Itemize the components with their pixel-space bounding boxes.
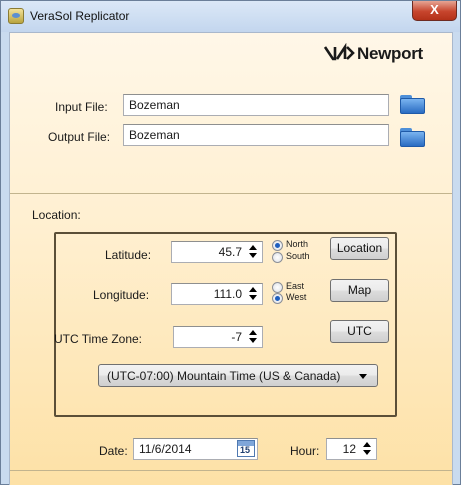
hour-value: 12 [342, 442, 356, 456]
hour-updown-icon[interactable] [362, 441, 372, 457]
main-panel: Newport Input File: Bozeman Output File:… [9, 32, 453, 485]
south-radio-label: South [286, 251, 310, 261]
latitude-label: Latitude: [105, 248, 152, 262]
output-file-label: Output File: [48, 130, 111, 144]
input-file-field[interactable]: Bozeman [123, 94, 389, 116]
input-folder-icon[interactable] [400, 95, 425, 114]
west-radio-indicator[interactable] [272, 293, 283, 304]
output-folder-icon[interactable] [400, 128, 425, 147]
latitude-updown-icon[interactable] [248, 244, 258, 260]
latitude-value: 45.7 [218, 245, 242, 259]
title-bar[interactable]: VeraSol Replicator X [1, 1, 460, 32]
latitude-spinner[interactable]: 45.7 [171, 241, 263, 263]
window-title: VeraSol Replicator [30, 9, 130, 23]
map-button[interactable]: Map [330, 279, 389, 302]
timezone-selected-value: (UTC-07:00) Mountain Time (US & Canada) [107, 369, 341, 383]
bottom-separator [10, 470, 452, 471]
output-file-field[interactable]: Bozeman [123, 124, 389, 146]
west-radio-label: West [286, 292, 307, 302]
east-radio-indicator[interactable] [272, 282, 283, 293]
timezone-dropdown[interactable]: (UTC-07:00) Mountain Time (US & Canada) [98, 364, 378, 387]
north-radio-label: North [286, 239, 309, 249]
input-file-label: Input File: [55, 100, 108, 114]
utc-offset-value: -7 [231, 330, 242, 344]
newport-logo: Newport [323, 42, 448, 63]
north-radio-indicator[interactable] [272, 240, 283, 251]
utc-offset-spinner[interactable]: -7 [173, 326, 263, 348]
app-window: VeraSol Replicator X Newport Input File:… [0, 0, 461, 485]
longitude-updown-icon[interactable] [248, 286, 258, 302]
date-value: 11/6/2014 [139, 442, 192, 456]
east-radio-label: East [286, 281, 305, 291]
output-file-value: Bozeman [129, 128, 180, 142]
longitude-spinner[interactable]: 111.0 [171, 283, 263, 305]
app-icon [8, 8, 24, 24]
hour-spinner[interactable]: 12 [326, 438, 377, 460]
location-button[interactable]: Location [330, 237, 389, 260]
utc-button[interactable]: UTC [330, 320, 389, 343]
chevron-down-icon[interactable] [359, 374, 367, 379]
hour-label: Hour: [290, 444, 320, 458]
utc-time-zone-label: UTC Time Zone: [54, 332, 143, 346]
separator [10, 193, 452, 194]
input-file-value: Bozeman [129, 98, 180, 112]
longitude-value: 111.0 [213, 287, 242, 301]
newport-logo-text: Newport [357, 44, 423, 63]
newport-logo-icon [323, 42, 355, 61]
close-button[interactable]: X [412, 1, 457, 21]
calendar-icon[interactable]: 15 [237, 440, 255, 457]
date-label: Date: [99, 444, 128, 458]
south-radio-indicator[interactable] [272, 252, 283, 263]
longitude-label: Longitude: [93, 288, 150, 302]
utc-updown-icon[interactable] [248, 329, 258, 345]
location-section-label: Location: [32, 208, 81, 222]
